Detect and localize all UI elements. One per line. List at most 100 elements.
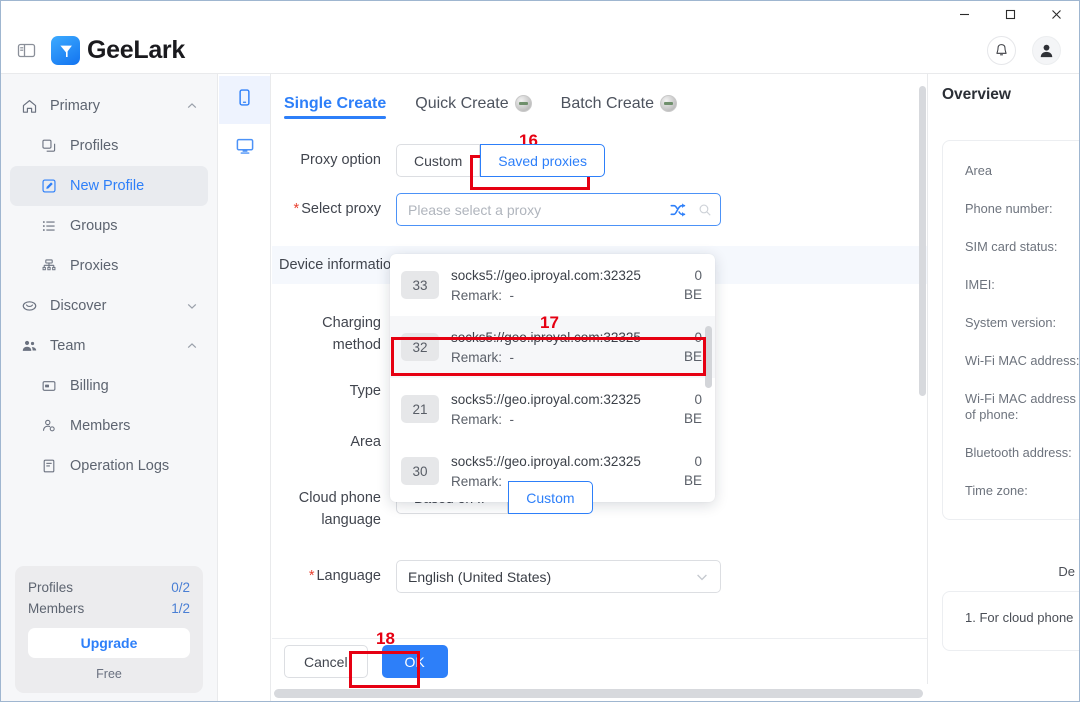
overview-card: Area Phone number: SIM card status: IMEI… — [942, 140, 1079, 520]
app-window: GeeLark Primary — [0, 0, 1080, 702]
sidebar-item-proxies[interactable]: Proxies — [10, 246, 208, 286]
proxy-option-host: socks5://geo.iproyal.com:32325 — [451, 392, 672, 407]
bell-icon[interactable] — [987, 36, 1016, 65]
close-window-button[interactable] — [1033, 1, 1079, 28]
proxy-option-item[interactable]: 33 socks5://geo.iproyal.com:32325 Remark… — [390, 254, 715, 316]
panel-toggle-icon[interactable] — [15, 40, 37, 62]
overview-item: IMEI: — [965, 277, 1079, 293]
proxy-option-number: 30 — [401, 457, 439, 485]
overview-item: Wi-Fi MAC address of phone: — [965, 391, 1079, 423]
proxy-remark-value: - — [510, 350, 515, 365]
sidebar-item-label: Billing — [70, 378, 109, 394]
sidebar-item-primary[interactable]: Primary — [10, 86, 208, 126]
sidebar-item-label: Members — [70, 418, 130, 434]
header-actions — [987, 36, 1061, 65]
charging-method-label: Charging method — [272, 306, 396, 356]
chevron-down-icon[interactable] — [186, 300, 198, 312]
annotation-number-17: 17 — [540, 313, 559, 333]
tab-label: Single Create — [284, 95, 386, 113]
required-star: * — [309, 568, 315, 584]
tab-quick-create[interactable]: Quick Create — [415, 74, 531, 122]
proxy-option-segmented: Custom Saved proxies — [396, 144, 605, 177]
tab-single-create[interactable]: Single Create — [284, 74, 386, 122]
ok-button[interactable]: OK — [382, 645, 448, 678]
plan-members-label: Members — [28, 598, 84, 619]
plan-card: Profiles 0/2 Members 1/2 Upgrade Free — [15, 566, 203, 693]
proxy-meta-count: 0 — [684, 328, 702, 347]
sidebar-item-label: Profiles — [70, 138, 118, 154]
sidebar-item-profiles[interactable]: Profiles — [10, 126, 208, 166]
search-icon[interactable] — [698, 203, 712, 217]
saved-proxies-button[interactable]: Saved proxies — [480, 144, 605, 177]
dropdown-scrollbar[interactable] — [705, 326, 712, 388]
plan-profiles-label: Profiles — [28, 577, 73, 598]
chevron-down-icon[interactable] — [695, 570, 709, 584]
chevron-up-icon[interactable] — [186, 340, 198, 352]
phone-icon — [235, 88, 254, 112]
sidebar-item-discover[interactable]: Discover — [10, 286, 208, 326]
app-header: GeeLark — [1, 28, 1079, 74]
proxy-remark-value: - — [510, 412, 515, 427]
card-icon — [39, 376, 59, 396]
select-proxy-input[interactable]: Please select a proxy — [396, 193, 721, 226]
overview-item: Phone number: — [965, 201, 1079, 217]
proxy-option-label: Proxy option — [272, 144, 396, 177]
upgrade-button[interactable]: Upgrade — [28, 628, 190, 658]
custom-language-button[interactable]: Custom — [508, 481, 592, 514]
select-proxy-label-text: Select proxy — [301, 201, 381, 217]
overview-scrollbar[interactable] — [919, 86, 926, 396]
geelark-logo-icon — [51, 36, 80, 65]
cancel-button[interactable]: Cancel — [284, 645, 368, 678]
proxy-meta-country: BE — [684, 409, 702, 428]
overview-item: Wi-Fi MAC address: — [965, 353, 1079, 369]
profiles-icon — [39, 136, 59, 156]
language-label: *Language — [272, 560, 396, 593]
overview-item: Area — [965, 163, 1079, 179]
sidebar-item-billing[interactable]: Billing — [10, 366, 208, 406]
select-proxy-placeholder: Please select a proxy — [408, 202, 669, 218]
plan-members-row: Members 1/2 — [28, 598, 190, 619]
locked-feature-badge-icon — [660, 95, 677, 112]
rail-item-monitor[interactable] — [219, 124, 270, 172]
home-icon — [19, 96, 39, 116]
overview-title: Overview — [928, 74, 1079, 104]
sidebar-item-groups[interactable]: Groups — [10, 206, 208, 246]
tab-batch-create[interactable]: Batch Create — [561, 74, 677, 122]
proxy-meta-count: 0 — [684, 452, 702, 471]
language-select[interactable]: English (United States) — [396, 560, 721, 593]
rail-item-phone[interactable] — [219, 76, 270, 124]
annotation-number-18: 18 — [376, 629, 395, 649]
proxy-option-number: 33 — [401, 271, 439, 299]
proxy-option-custom-button[interactable]: Custom — [396, 144, 480, 177]
horizontal-scrollbar[interactable] — [272, 689, 1077, 698]
required-star: * — [294, 201, 300, 217]
user-avatar-icon[interactable] — [1032, 36, 1061, 65]
area-label: Area — [272, 426, 396, 459]
maximize-window-button[interactable] — [987, 1, 1033, 28]
shuffle-icon[interactable] — [669, 201, 687, 219]
tab-label: Quick Create — [415, 95, 508, 113]
member-icon — [39, 416, 59, 436]
sidebar-item-new-profile[interactable]: New Profile — [10, 166, 208, 206]
sidebar-item-members[interactable]: Members — [10, 406, 208, 446]
sidebar-item-team[interactable]: Team — [10, 326, 208, 366]
plan-profiles-value: 0/2 — [171, 577, 190, 598]
proxy-option-item[interactable]: 21 socks5://geo.iproyal.com:32325 Remark… — [390, 378, 715, 440]
sidebar-item-operation-logs[interactable]: Operation Logs — [10, 446, 208, 486]
proxy-remark-label: Remark: — [451, 474, 502, 489]
overview-item: Bluetooth address: — [965, 445, 1079, 461]
proxy-option-meta: 0 BE — [684, 452, 702, 490]
chevron-up-icon[interactable] — [186, 100, 198, 112]
horizontal-scrollbar-thumb[interactable] — [274, 689, 923, 698]
plan-members-value: 1/2 — [171, 598, 190, 619]
minimize-window-button[interactable] — [941, 1, 987, 28]
proxy-meta-country: BE — [684, 347, 702, 366]
type-label: Type — [272, 375, 396, 408]
proxy-option-remark: Remark: - — [451, 288, 672, 303]
proxy-option-meta: 0 BE — [684, 390, 702, 428]
brand-name: GeeLark — [87, 36, 185, 65]
proxy-option-meta: 0 BE — [684, 328, 702, 366]
sidebar-nav: Primary Profiles — [1, 74, 217, 566]
cloud-phone-language-label: Cloud phone language — [272, 481, 396, 531]
proxy-meta-country: BE — [684, 285, 702, 304]
